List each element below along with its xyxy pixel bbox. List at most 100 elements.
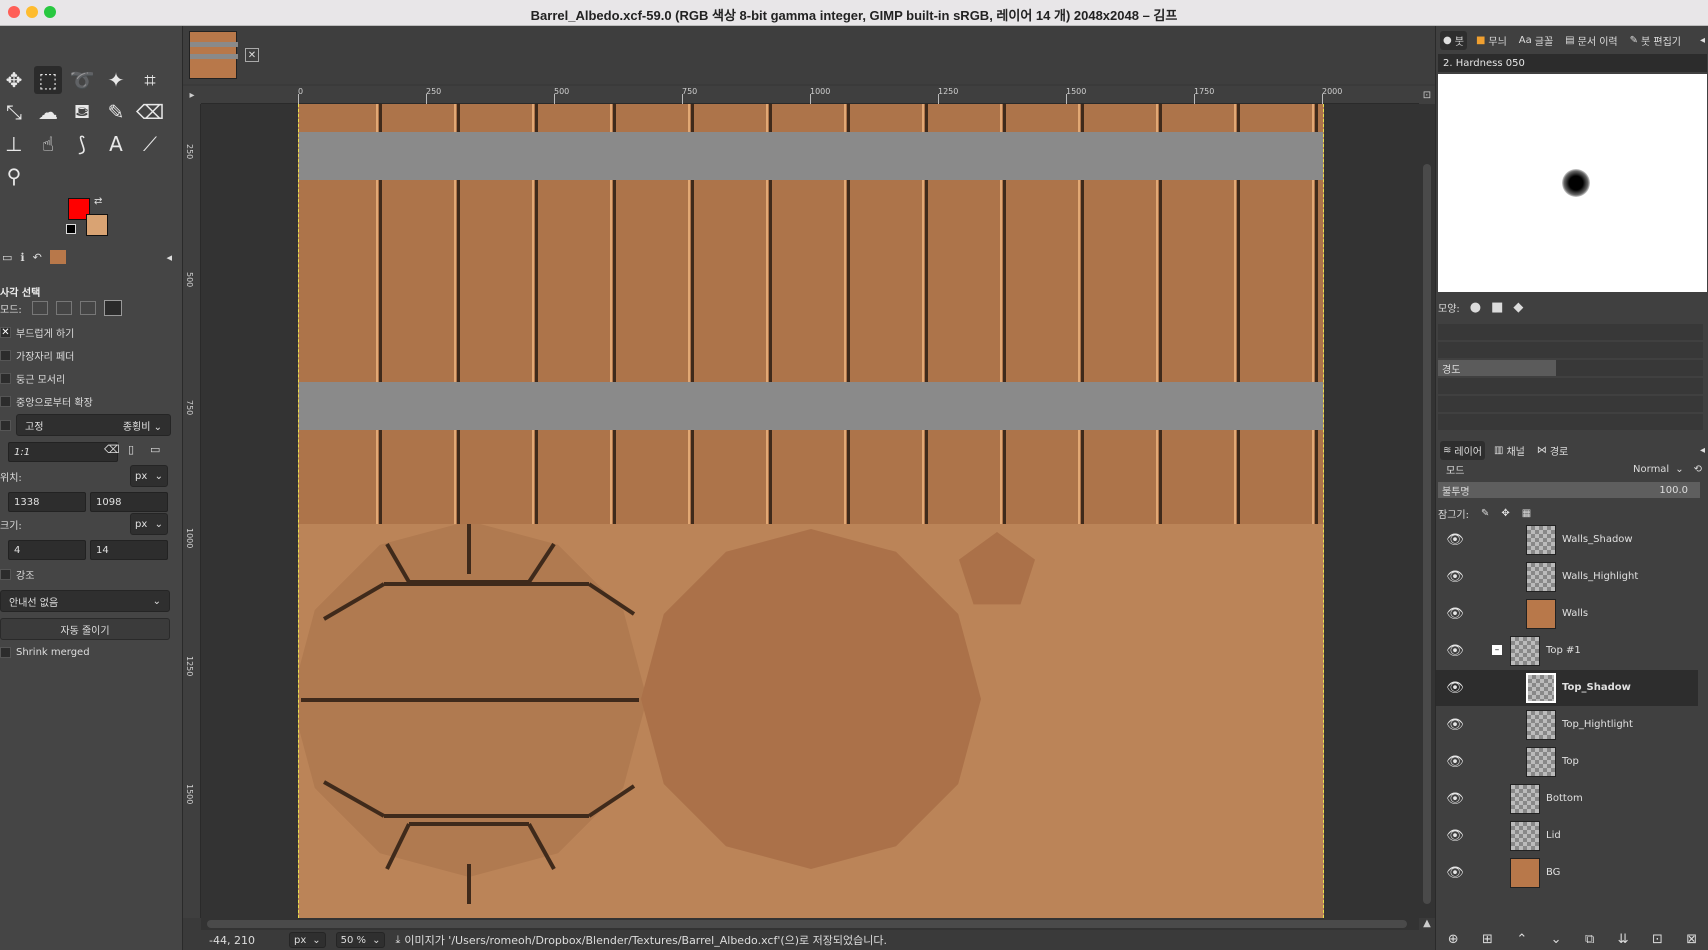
fixed-checkbox[interactable] [0, 419, 11, 431]
images-tab-icon[interactable] [49, 250, 66, 264]
image-canvas[interactable] [298, 104, 1324, 918]
layer-row[interactable]: 👁 BG [1436, 855, 1698, 891]
duplicate-layer-icon[interactable]: ⧉ [1585, 932, 1594, 947]
visibility-eye-icon[interactable]: 👁 [1446, 606, 1464, 622]
paintbrush-tool-icon[interactable]: ✎ [102, 98, 130, 126]
lock-alpha-icon[interactable]: ▦ [1522, 508, 1531, 519]
bucket-fill-tool-icon[interactable]: ⛾ [68, 98, 96, 126]
vertical-scroll-thumb[interactable] [1423, 164, 1431, 904]
opacity-slider[interactable]: 불투명 100.0 [1438, 482, 1700, 498]
smudge-tool-icon[interactable]: ☝ [34, 130, 62, 158]
feather-row[interactable]: 가장자리 페더 [0, 345, 178, 365]
layer-row[interactable]: 👁 Bottom [1436, 781, 1698, 817]
tab-document-history[interactable]: ▤ 문서 이력 [1562, 31, 1620, 50]
lock-pixels-icon[interactable]: ✎ [1481, 508, 1489, 519]
visibility-eye-icon[interactable]: 👁 [1446, 865, 1464, 881]
portrait-icon[interactable]: ▯ [128, 443, 134, 456]
mode-intersect-button[interactable] [103, 300, 122, 316]
mode-reset-icon[interactable]: ⟲ [1694, 464, 1702, 475]
visibility-eye-icon[interactable]: 👁 [1446, 754, 1464, 770]
circle-shape-icon[interactable]: ● [1470, 300, 1481, 315]
raise-layer-icon[interactable]: ⌃ [1516, 932, 1527, 947]
delete-layer-icon[interactable]: ⊠ [1686, 932, 1697, 947]
radius-slider[interactable] [1438, 324, 1703, 340]
layer-row[interactable]: 👁 Top [1436, 744, 1698, 780]
spikes-slider[interactable] [1438, 342, 1703, 358]
new-layer-group-icon[interactable]: ⊞ [1482, 932, 1493, 947]
mode-add-button[interactable] [55, 301, 72, 315]
collapse-group-icon[interactable]: – [1492, 645, 1502, 655]
highlight-row[interactable]: 강조 [0, 564, 178, 584]
layer-row[interactable]: 👁 Top_Shadow [1436, 670, 1698, 706]
mode-replace-button[interactable] [31, 301, 48, 315]
lower-layer-icon[interactable]: ⌄ [1551, 932, 1562, 947]
lock-position-icon[interactable]: ✥ [1501, 508, 1509, 519]
configure-tab-icon[interactable]: ◂ [1700, 35, 1705, 46]
position-unit-dropdown[interactable]: px ⌄ [130, 465, 168, 487]
position-y-field[interactable]: 1098 [90, 492, 168, 512]
configure-tab-icon[interactable]: ◂ [166, 251, 172, 264]
aspect-slider[interactable] [1438, 378, 1703, 394]
zoom-tool-icon[interactable]: ⚲ [0, 162, 28, 190]
layer-row[interactable]: 👁 – Top #1 [1436, 633, 1698, 669]
close-image-icon[interactable]: ✕ [245, 48, 259, 62]
ratio-field[interactable]: 1:1 [8, 442, 118, 462]
canvas-viewport[interactable] [201, 104, 1419, 918]
size-w-field[interactable]: 4 [8, 540, 86, 560]
undo-history-tab-icon[interactable]: ↶ [33, 251, 42, 264]
device-status-tab-icon[interactable]: ℹ [20, 251, 24, 264]
fixed-dropdown[interactable]: 고정 종횡비 ⌄ [16, 414, 171, 436]
angle-slider[interactable] [1438, 396, 1703, 412]
spacing-slider[interactable] [1438, 414, 1703, 430]
diamond-shape-icon[interactable]: ◆ [1513, 300, 1523, 315]
background-color-swatch[interactable] [86, 214, 108, 236]
visibility-eye-icon[interactable]: 👁 [1446, 569, 1464, 585]
visibility-eye-icon[interactable]: 👁 [1446, 532, 1464, 548]
shrink-merged-checkbox[interactable] [0, 646, 11, 658]
zoom-fit-icon[interactable]: ⊡ [1419, 86, 1435, 104]
antialias-row[interactable]: ✕ 부드럽게 하기 [0, 322, 178, 342]
visibility-eye-icon[interactable]: 👁 [1446, 791, 1464, 807]
fuzzy-select-tool-icon[interactable]: ✦ [102, 66, 130, 94]
visibility-eye-icon[interactable]: 👁 [1446, 717, 1464, 733]
auto-shrink-button[interactable]: 자동 줄이기 [0, 618, 170, 640]
eraser-tool-icon[interactable]: ⌫ [136, 98, 164, 126]
quick-mask-icon[interactable]: ▸ [183, 86, 201, 104]
default-colors-icon[interactable] [66, 224, 76, 234]
position-x-field[interactable]: 1338 [8, 492, 86, 512]
visibility-eye-icon[interactable]: 👁 [1446, 680, 1464, 696]
clone-tool-icon[interactable]: ⊥ [0, 130, 28, 158]
paths-tool-icon[interactable]: ⟆ [68, 130, 96, 158]
square-shape-icon[interactable]: ■ [1491, 300, 1503, 315]
expand-center-row[interactable]: 중앙으로부터 확장 [0, 391, 178, 411]
rect-select-tool-icon[interactable]: ⬚ [34, 66, 62, 94]
highlight-checkbox[interactable] [0, 568, 11, 580]
tab-paths[interactable]: ⋈ 경로 [1534, 441, 1571, 460]
horizontal-scrollbar[interactable] [201, 918, 1419, 930]
warp-tool-icon[interactable]: ☁ [34, 98, 62, 126]
merge-down-icon[interactable]: ⇊ [1618, 932, 1629, 947]
visibility-eye-icon[interactable]: 👁 [1446, 643, 1464, 659]
text-tool-icon[interactable]: A [102, 130, 130, 158]
landscape-icon[interactable]: ▭ [150, 443, 160, 456]
layer-mode-dropdown[interactable]: Normal ⌄ [1633, 464, 1684, 475]
tab-brushes[interactable]: ● 붓 [1440, 30, 1467, 50]
tab-fonts[interactable]: Aa 글꼴 [1516, 31, 1556, 50]
layer-row[interactable]: 👁 Walls [1436, 596, 1698, 632]
tool-options-tab-icon[interactable]: ▭ [2, 251, 12, 264]
tab-brush-editor[interactable]: ✎ 붓 편집기 [1627, 31, 1684, 50]
rounded-corners-row[interactable]: 둥근 모서리 [0, 368, 178, 388]
horizontal-scroll-thumb[interactable] [207, 920, 1407, 928]
tab-patterns[interactable]: ■ 무늬 [1473, 31, 1510, 50]
swap-colors-icon[interactable]: ⇄ [94, 196, 102, 207]
hardness-slider[interactable]: 경도 [1438, 360, 1703, 376]
color-picker-tool-icon[interactable]: ⟋ [136, 130, 164, 158]
shrink-merged-row[interactable]: Shrink merged [0, 642, 178, 662]
tab-channels[interactable]: ▥ 채널 [1491, 441, 1528, 460]
zoom-dropdown[interactable]: 50 % ⌄ [335, 932, 386, 948]
size-h-field[interactable]: 14 [90, 540, 168, 560]
visibility-eye-icon[interactable]: 👁 [1446, 828, 1464, 844]
configure-tab-icon[interactable]: ◂ [1700, 445, 1705, 456]
unit-dropdown[interactable]: px ⌄ [289, 932, 326, 948]
navigate-icon[interactable]: ▲ [1419, 918, 1435, 930]
